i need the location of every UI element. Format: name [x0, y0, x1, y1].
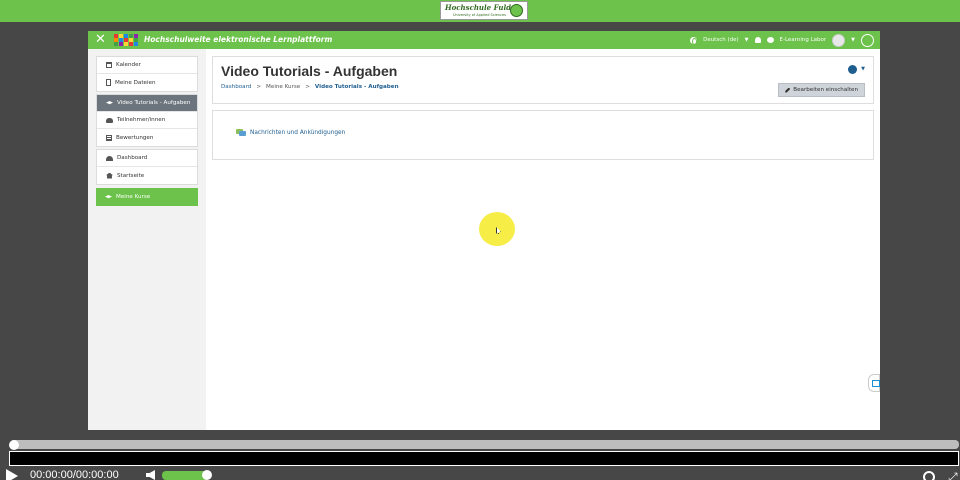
close-drawer-icon[interactable]: ✕	[95, 32, 106, 47]
volume-icon[interactable]	[146, 470, 155, 480]
edit-mode-button[interactable]: Bearbeiten einschalten	[778, 83, 865, 97]
course-content: Nachrichten und Ankündigungen	[212, 110, 874, 160]
sidebar-item-label: Kalender	[116, 62, 141, 68]
sidebar-item-kalender[interactable]: Kalender	[97, 57, 197, 74]
breadcrumb: Dashboard > Meine Kurse > Video Tutorial…	[221, 84, 399, 90]
table-icon	[106, 134, 112, 141]
site-logo-icon[interactable]	[114, 34, 138, 46]
sidebar-item-dashboard[interactable]: Dashboard	[97, 150, 197, 167]
fullscreen-icon[interactable]: ⤢	[948, 471, 958, 480]
sidebar-item-label: Bewertungen	[116, 134, 154, 141]
language-menu[interactable]: Deutsch (de)	[703, 37, 739, 43]
graduation-cap-icon	[106, 101, 113, 105]
sidebar-group-site: Dashboard Startseite	[96, 149, 198, 185]
messages-icon[interactable]	[766, 37, 774, 43]
volume-handle[interactable]	[202, 470, 212, 480]
globe-icon[interactable]	[690, 36, 698, 45]
sidebar-group-courses: Meine Kurse	[96, 188, 198, 206]
breadcrumb-separator: >	[305, 84, 310, 90]
navbar-user-area: Deutsch (de) ▼ E-Learning Labor ▼	[690, 33, 874, 47]
top-brand-bar: Hochschule Fulda University of Applied S…	[0, 0, 960, 22]
sidebar-item-teilnehmer[interactable]: Teilnehmer/innen	[97, 112, 197, 129]
sidebar-item-label: Teilnehmer/innen	[117, 117, 166, 123]
file-icon	[106, 79, 111, 86]
pencil-icon	[785, 87, 791, 93]
page-title: Video Tutorials - Aufgaben	[221, 63, 398, 79]
edit-mode-label: Bearbeiten einschalten	[793, 87, 858, 93]
site-name[interactable]: Hochschulweite elektronische Lernplattfo…	[144, 35, 332, 44]
sidebar-item-video-tutorials[interactable]: Video Tutorials - Aufgaben	[97, 95, 197, 112]
caption-area	[9, 451, 959, 466]
user-menu-chevron-icon[interactable]: ▼	[851, 37, 855, 43]
sidebar-item-bewertungen[interactable]: Bewertungen	[97, 129, 197, 146]
calendar-icon	[106, 62, 112, 68]
breadcrumb-meine-kurse[interactable]: Meine Kurse	[266, 84, 300, 90]
sidebar-group-course: Video Tutorials - Aufgaben Teilnehmer/in…	[96, 94, 198, 147]
sidebar-group-personal: Kalender Meine Dateien	[96, 56, 198, 92]
home-icon	[106, 172, 113, 179]
brand-title: Hochschule Fulda	[445, 3, 516, 12]
university-emblem-icon	[510, 4, 523, 17]
forum-activity-label: Nachrichten und Ankündigungen	[250, 129, 346, 136]
brand-subtitle: University of Applied Sciences	[453, 13, 506, 17]
sidebar-item-startseite[interactable]: Startseite	[97, 167, 197, 184]
avatar[interactable]	[832, 33, 846, 47]
breadcrumb-dashboard[interactable]: Dashboard	[221, 84, 251, 90]
forum-activity-link[interactable]: Nachrichten und Ankündigungen	[236, 129, 345, 136]
sidebar-item-label: Dashboard	[117, 155, 148, 161]
time-display: 00:00:00/00:00:00	[30, 469, 119, 480]
gear-icon[interactable]	[848, 65, 857, 74]
sidebar-item-label: Startseite	[117, 172, 145, 179]
zoom-icon[interactable]	[923, 471, 935, 480]
bell-icon[interactable]	[754, 37, 761, 43]
chevron-down-icon[interactable]: ▼	[861, 66, 865, 72]
chevron-down-icon[interactable]: ▼	[745, 37, 749, 43]
forum-icon	[236, 129, 246, 136]
graduation-cap-icon	[105, 195, 112, 199]
play-icon[interactable]	[6, 469, 18, 480]
sidebar-item-label: Video Tutorials - Aufgaben	[117, 100, 191, 106]
breadcrumb-separator: >	[256, 84, 262, 90]
block-drawer-toggle[interactable]	[868, 374, 880, 392]
page-header: Video Tutorials - Aufgaben Dashboard > M…	[212, 56, 874, 104]
sidebar-item-label: Meine Dateien	[115, 79, 156, 86]
sidebar: Kalender Meine Dateien Video Tutorials -…	[88, 49, 206, 430]
users-icon	[106, 117, 113, 123]
sidebar-item-meine-kurse[interactable]: Meine Kurse	[96, 188, 198, 206]
university-emblem-small-icon	[861, 33, 874, 47]
user-name[interactable]: E-Learning Labor	[780, 37, 827, 43]
video-progress-bar[interactable]	[10, 440, 959, 449]
navbar: ✕ Hochschulweite elektronische Lernplatt…	[88, 31, 880, 49]
hochschule-fulda-logo: Hochschule Fulda University of Applied S…	[440, 1, 528, 20]
moodle-window: ✕ Hochschulweite elektronische Lernplatt…	[88, 31, 880, 430]
sidebar-item-meine-dateien[interactable]: Meine Dateien	[97, 74, 197, 91]
progress-handle[interactable]	[9, 440, 19, 450]
sidebar-item-label: Meine Kurse	[116, 194, 151, 200]
breadcrumb-current[interactable]: Video Tutorials - Aufgaben	[315, 84, 399, 90]
dashboard-icon	[106, 155, 113, 161]
